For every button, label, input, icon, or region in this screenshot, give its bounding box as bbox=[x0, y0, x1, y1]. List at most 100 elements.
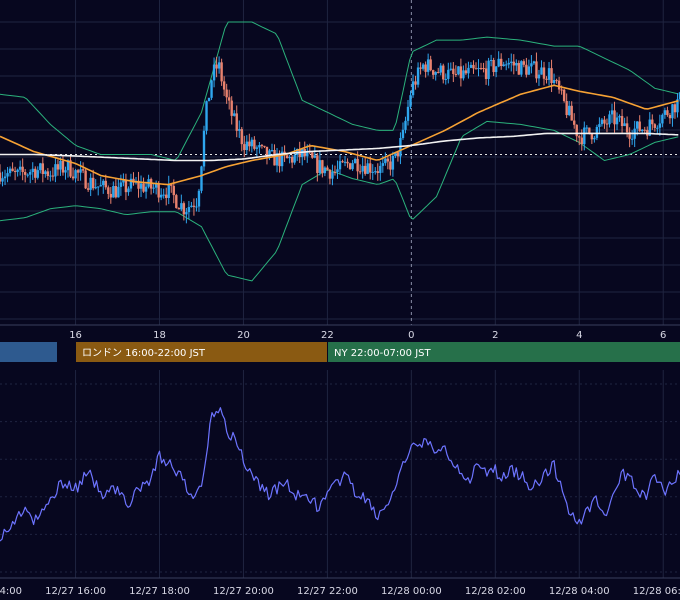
candle-body bbox=[346, 161, 349, 164]
candle-body bbox=[477, 67, 480, 69]
candle-body bbox=[177, 207, 181, 210]
candle-body bbox=[195, 206, 198, 208]
candle-body bbox=[263, 145, 266, 147]
candle-body bbox=[112, 185, 115, 198]
candle-body bbox=[409, 95, 412, 107]
candle-body bbox=[348, 163, 352, 170]
candle-body bbox=[547, 68, 551, 80]
candle-body bbox=[21, 166, 24, 173]
candle-body bbox=[381, 163, 385, 166]
candle-body bbox=[109, 193, 113, 198]
candle-body bbox=[167, 184, 170, 198]
candle-body bbox=[8, 168, 12, 174]
candle-body bbox=[250, 139, 254, 147]
candle-body bbox=[36, 170, 39, 178]
candle-body bbox=[139, 183, 143, 189]
candle-body bbox=[316, 155, 319, 173]
oscillator-x-tick-label: 12/27 18:00 bbox=[129, 586, 190, 597]
candle-body bbox=[552, 80, 556, 84]
candle-body bbox=[389, 161, 392, 170]
candle-body bbox=[505, 64, 508, 66]
candle-body bbox=[0, 172, 2, 182]
candle-body bbox=[64, 170, 67, 173]
candle-body bbox=[44, 171, 47, 175]
candle-body bbox=[13, 171, 17, 173]
candle-body bbox=[238, 129, 241, 131]
candle-body bbox=[321, 160, 324, 174]
candle-body bbox=[311, 152, 314, 158]
session-ny-label: NY 22:00-07:00 JST bbox=[334, 348, 431, 359]
candle-body bbox=[472, 64, 475, 69]
candle-body bbox=[217, 62, 221, 69]
candle-body bbox=[210, 80, 213, 98]
candle-body bbox=[260, 145, 264, 147]
candle-body bbox=[462, 70, 465, 79]
candle-body bbox=[18, 166, 22, 170]
candle-body bbox=[605, 123, 609, 125]
candle-body bbox=[207, 97, 211, 102]
candle-body bbox=[416, 67, 420, 85]
candle-body bbox=[671, 104, 674, 119]
candle-body bbox=[421, 64, 425, 69]
candle-body bbox=[86, 188, 90, 190]
candle-body bbox=[542, 67, 546, 79]
candle-body bbox=[79, 169, 82, 173]
candle-body bbox=[142, 183, 145, 192]
candle-body bbox=[185, 212, 188, 215]
oscillator-x-tick-label: 12/27 20:00 bbox=[213, 586, 274, 597]
candle-body bbox=[489, 60, 493, 62]
oscillator-x-tick-label: 12/28 02:00 bbox=[465, 586, 526, 597]
candle-body bbox=[328, 169, 332, 179]
candle-body bbox=[426, 59, 430, 72]
candle-body bbox=[248, 141, 251, 147]
candle-body bbox=[643, 129, 646, 131]
candle-body bbox=[484, 68, 488, 79]
candle-body bbox=[59, 160, 62, 170]
candle-body bbox=[46, 171, 50, 176]
candle-body bbox=[467, 67, 470, 74]
candle-body bbox=[595, 127, 599, 138]
candle-body bbox=[369, 163, 372, 173]
candle-body bbox=[469, 64, 473, 68]
candle-body bbox=[515, 63, 518, 66]
candle-body bbox=[313, 155, 317, 158]
oscillator-x-tick-label: 12/28 00:00 bbox=[381, 586, 442, 597]
candle-body bbox=[487, 60, 490, 79]
candle-body bbox=[620, 116, 624, 127]
candle-body bbox=[520, 61, 523, 75]
candle-body bbox=[562, 89, 566, 102]
candle-body bbox=[527, 66, 531, 75]
candle-body bbox=[124, 180, 128, 193]
candle-body bbox=[560, 89, 563, 91]
candle-body bbox=[666, 110, 669, 116]
candle-body bbox=[318, 160, 322, 173]
candle-body bbox=[502, 64, 505, 67]
candle-body bbox=[215, 64, 218, 69]
candle-body bbox=[452, 68, 455, 74]
candle-body bbox=[165, 194, 168, 198]
candle-body bbox=[630, 138, 634, 140]
candle-body bbox=[525, 64, 528, 75]
session-bar: ロンドン 16:00-22:00 JST NY 22:00-07:00 JST bbox=[0, 342, 680, 362]
candle-body bbox=[54, 164, 57, 177]
candle-body bbox=[1, 178, 4, 182]
candle-body bbox=[442, 65, 445, 80]
candle-body bbox=[225, 89, 228, 98]
candle-body bbox=[507, 62, 510, 65]
candle-body bbox=[192, 205, 196, 207]
candle-body bbox=[532, 61, 536, 64]
candle-body bbox=[233, 113, 236, 116]
candle-body bbox=[94, 187, 97, 189]
candle-body bbox=[457, 66, 460, 75]
candle-body bbox=[474, 68, 478, 70]
candle-body bbox=[449, 68, 453, 70]
candle-body bbox=[97, 186, 100, 188]
candle-body bbox=[76, 170, 80, 173]
candle-body bbox=[479, 67, 483, 69]
candle-body bbox=[255, 147, 259, 149]
candle-body bbox=[343, 161, 347, 163]
candle-body bbox=[444, 78, 447, 80]
candle-body bbox=[182, 203, 186, 215]
candle-body bbox=[366, 163, 369, 174]
candle-body bbox=[245, 141, 249, 150]
